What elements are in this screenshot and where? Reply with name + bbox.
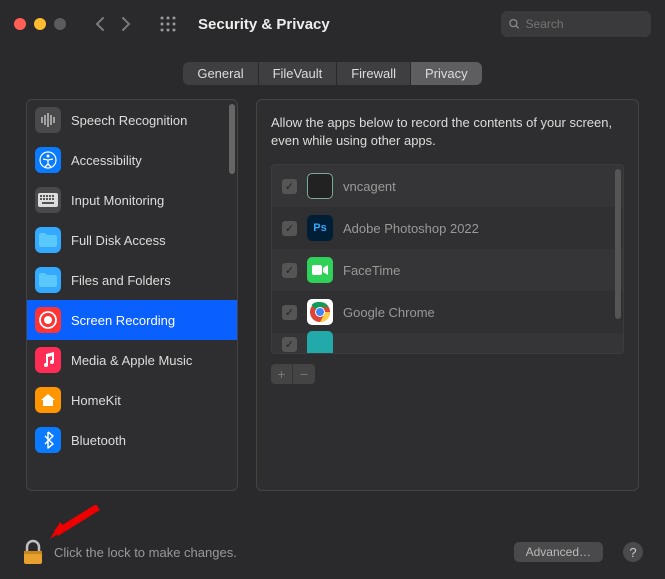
help-button[interactable]: ? [623,542,643,562]
back-button[interactable] [88,12,112,36]
speech-icon [35,107,61,133]
app-row[interactable]: ✓ vncagent [272,165,623,207]
folder-icon [35,227,61,253]
music-icon [35,347,61,373]
remove-app-button[interactable]: − [293,364,315,384]
show-all-icon[interactable] [156,12,180,36]
app-checkbox[interactable]: ✓ [282,337,297,352]
tab-bar: General FileVault Firewall Privacy [0,62,665,85]
sidebar-item-screen-recording[interactable]: Screen Recording [27,300,237,340]
keyboard-icon [35,187,61,213]
record-icon [35,307,61,333]
home-icon [35,387,61,413]
minimize-button[interactable] [34,18,46,30]
maximize-button[interactable] [54,18,66,30]
sidebar-item-media-apple-music[interactable]: Media & Apple Music [27,340,237,380]
sidebar-scrollbar[interactable] [229,104,235,174]
sidebar-item-accessibility[interactable]: Accessibility [27,140,237,180]
window-title: Security & Privacy [198,16,330,33]
sidebar-item-input-monitoring[interactable]: Input Monitoring [27,180,237,220]
app-checkbox[interactable]: ✓ [282,305,297,320]
privacy-category-sidebar: Speech Recognition Accessibility Input Mon… [26,99,238,491]
app-name: Google Chrome [343,305,435,320]
tab-filevault[interactable]: FileVault [259,62,338,85]
search-input[interactable] [526,17,643,31]
app-row[interactable]: ✓ Google Chrome [272,291,623,333]
bluetooth-icon [35,427,61,453]
permission-description: Allow the apps below to record the conte… [271,114,624,150]
app-row[interactable]: ✓ FaceTime [272,249,623,291]
app-checkbox[interactable]: ✓ [282,263,297,278]
forward-button[interactable] [114,12,138,36]
app-name: FaceTime [343,263,400,278]
sidebar-item-label: Full Disk Access [71,233,166,248]
add-remove-controls: + − [271,364,624,384]
tab-general[interactable]: General [183,62,258,85]
app-list: ✓vncagent✓PsAdobe Photoshop 2022✓FaceTim… [271,164,624,354]
tab-privacy[interactable]: Privacy [411,62,482,85]
sidebar-item-label: Media & Apple Music [71,353,192,368]
accessibility-icon [35,147,61,173]
sidebar-item-files-and-folders[interactable]: Files and Folders [27,260,237,300]
app-name: vncagent [343,179,396,194]
sidebar-item-label: HomeKit [71,393,121,408]
lock-icon[interactable] [22,539,44,565]
folder-icon [35,267,61,293]
traffic-lights[interactable] [14,18,66,30]
app-row[interactable]: ✓PsAdobe Photoshop 2022 [272,207,623,249]
tab-firewall[interactable]: Firewall [337,62,411,85]
app-checkbox[interactable]: ✓ [282,221,297,236]
sidebar-item-speech-recognition[interactable]: Speech Recognition [27,100,237,140]
lock-text: Click the lock to make changes. [54,545,237,560]
sidebar-item-label: Files and Folders [71,273,171,288]
sidebar-item-label: Accessibility [71,153,142,168]
sidebar-item-full-disk-access[interactable]: Full Disk Access [27,220,237,260]
app-row[interactable]: ✓ [272,333,623,354]
sidebar-item-label: Screen Recording [71,313,175,328]
advanced-button[interactable]: Advanced… [514,542,603,562]
close-button[interactable] [14,18,26,30]
sidebar-item-bluetooth[interactable]: Bluetooth [27,420,237,460]
sidebar-item-label: Speech Recognition [71,113,187,128]
detail-panel: Allow the apps below to record the conte… [256,99,639,491]
app-list-scrollbar[interactable] [615,169,621,319]
app-name: Adobe Photoshop 2022 [343,221,479,236]
add-app-button[interactable]: + [271,364,293,384]
search-icon [509,18,520,30]
sidebar-item-label: Bluetooth [71,433,126,448]
sidebar-item-label: Input Monitoring [71,193,164,208]
app-checkbox[interactable]: ✓ [282,179,297,194]
sidebar-item-homekit[interactable]: HomeKit [27,380,237,420]
search-field[interactable] [501,11,651,37]
